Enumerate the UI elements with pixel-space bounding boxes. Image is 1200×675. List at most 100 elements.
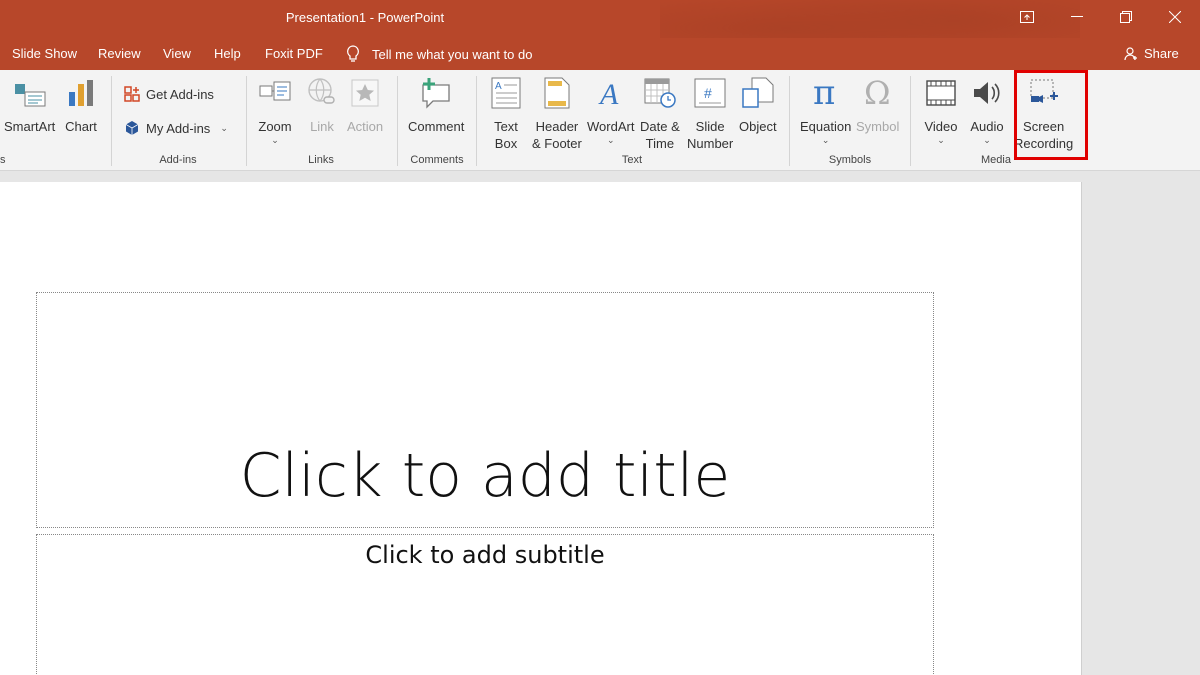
chevron-down-icon: ⌄ [220, 123, 228, 133]
link-button[interactable]: Link [305, 76, 339, 135]
lightbulb-icon [347, 45, 359, 62]
date-time-label-line2: Time [645, 136, 675, 151]
smartart-button[interactable]: SmartArt [4, 76, 55, 135]
close-icon[interactable] [1152, 0, 1198, 34]
screen-recording-highlight [1014, 70, 1088, 160]
omega-icon: Ω [861, 76, 895, 110]
wordart-label: WordArt [587, 119, 635, 134]
zoom-icon [258, 76, 292, 110]
zoom-label: Zoom [258, 119, 292, 134]
object-label: Object [739, 119, 777, 134]
tab-review[interactable]: Review [98, 46, 141, 61]
chart-label: Chart [65, 119, 97, 134]
audio-label: Audio [970, 119, 1004, 134]
date-time-button[interactable]: Date & Time [640, 76, 680, 152]
text-box-label-line2: Box [494, 136, 518, 151]
title-bar: Presentation1 - PowerPoint [0, 0, 1200, 70]
link-label: Link [310, 119, 334, 134]
my-add-ins-label: My Add-ins [146, 120, 211, 136]
group-label-add-ins: Add-ins [159, 154, 197, 166]
wordart-icon: A [594, 76, 628, 110]
video-label: Video [924, 119, 958, 134]
chevron-down-icon: ⌄ [271, 135, 279, 145]
restore-icon[interactable] [1103, 0, 1149, 34]
share-label: Share [1144, 46, 1179, 61]
window-title: Presentation1 - PowerPoint [285, 10, 445, 25]
text-box-button[interactable]: A Text Box [489, 76, 523, 152]
tab-view[interactable]: View [163, 46, 191, 61]
tell-me-search[interactable]: Tell me what you want to do [346, 45, 532, 63]
group-label-symbols: Symbols [828, 154, 872, 166]
text-box-icon: A [489, 76, 523, 110]
equation-label: Equation [800, 119, 852, 134]
comment-label: Comment [408, 119, 465, 134]
ribbon-tabs: Slide Show Review View Help Foxit PDF Te… [0, 38, 1200, 70]
get-add-ins-button[interactable]: Get Add-ins [124, 86, 214, 102]
date-time-label-line1: Date & [640, 119, 680, 134]
tab-help[interactable]: Help [214, 46, 241, 61]
slide-number-label-line1: Slide [695, 119, 725, 134]
ribbon-display-options-icon[interactable] [1004, 0, 1050, 34]
globe-link-icon [305, 76, 339, 110]
chevron-down-icon: ⌄ [983, 135, 991, 145]
chevron-down-icon: ⌄ [821, 135, 830, 145]
zoom-button[interactable]: Zoom ⌄ [258, 76, 292, 145]
title-placeholder-text: Click to add title [239, 441, 731, 511]
film-strip-icon [924, 76, 958, 110]
separator [111, 76, 112, 166]
separator [397, 76, 398, 166]
chart-button[interactable]: Chart [64, 76, 98, 135]
tell-me-text: Tell me what you want to do [372, 46, 533, 62]
equation-button[interactable]: π Equation ⌄ [800, 76, 851, 145]
audio-button[interactable]: Audio ⌄ [970, 76, 1004, 145]
svg-text:π: π [813, 77, 835, 109]
share-button[interactable]: Share [1124, 46, 1179, 61]
svg-text:#: # [704, 85, 712, 101]
chevron-down-icon: ⌄ [937, 135, 945, 145]
star-action-icon [348, 76, 382, 110]
symbol-label: Symbol [856, 119, 900, 134]
action-label: Action [347, 119, 384, 134]
store-grid-icon [124, 86, 140, 102]
subtitle-placeholder[interactable]: Click to add subtitle [36, 534, 934, 675]
object-button[interactable]: Object [739, 76, 777, 135]
comment-icon [419, 76, 453, 110]
smartart-label: SmartArt [4, 119, 56, 134]
my-add-ins-button[interactable]: My Add-ins ⌄ [124, 120, 228, 136]
symbol-button[interactable]: Ω Symbol [856, 76, 899, 135]
text-box-label-line1: Text [494, 119, 518, 134]
header-footer-icon [540, 76, 574, 110]
group-label-links: Links [308, 154, 334, 166]
group-label-text: Text [621, 154, 643, 166]
minimize-icon[interactable] [1054, 0, 1100, 34]
pi-icon: π [809, 76, 843, 110]
slide-number-label-line2: Number [687, 136, 734, 151]
separator [476, 76, 477, 166]
slide-number-button[interactable]: # Slide Number [687, 76, 733, 152]
smartart-icon [13, 76, 47, 110]
header-footer-label-line2: & Footer [532, 136, 582, 151]
separator [910, 76, 911, 166]
separator [789, 76, 790, 166]
action-button[interactable]: Action [347, 76, 383, 135]
person-icon [1124, 46, 1137, 60]
tab-foxit-pdf[interactable]: Foxit PDF [265, 46, 323, 61]
header-footer-button[interactable]: Header & Footer [532, 76, 582, 152]
group-label-comments: Comments [410, 154, 464, 166]
separator [246, 76, 247, 166]
speaker-icon [970, 76, 1004, 110]
svg-text:A: A [495, 81, 502, 92]
add-in-cube-icon [125, 121, 139, 135]
video-button[interactable]: Video ⌄ [924, 76, 958, 145]
object-icon [741, 76, 775, 110]
header-footer-label-line1: Header [535, 119, 579, 134]
bar-chart-icon [64, 76, 98, 110]
wordart-button[interactable]: A WordArt ⌄ [587, 76, 634, 145]
svg-text:A: A [598, 78, 619, 109]
calendar-clock-icon [643, 76, 677, 110]
tab-slide-show[interactable]: Slide Show [12, 46, 77, 61]
title-placeholder[interactable]: Click to add title [36, 292, 934, 528]
svg-text:Ω: Ω [864, 77, 891, 109]
comment-button[interactable]: Comment [408, 76, 464, 135]
get-add-ins-label: Get Add-ins [146, 86, 214, 102]
